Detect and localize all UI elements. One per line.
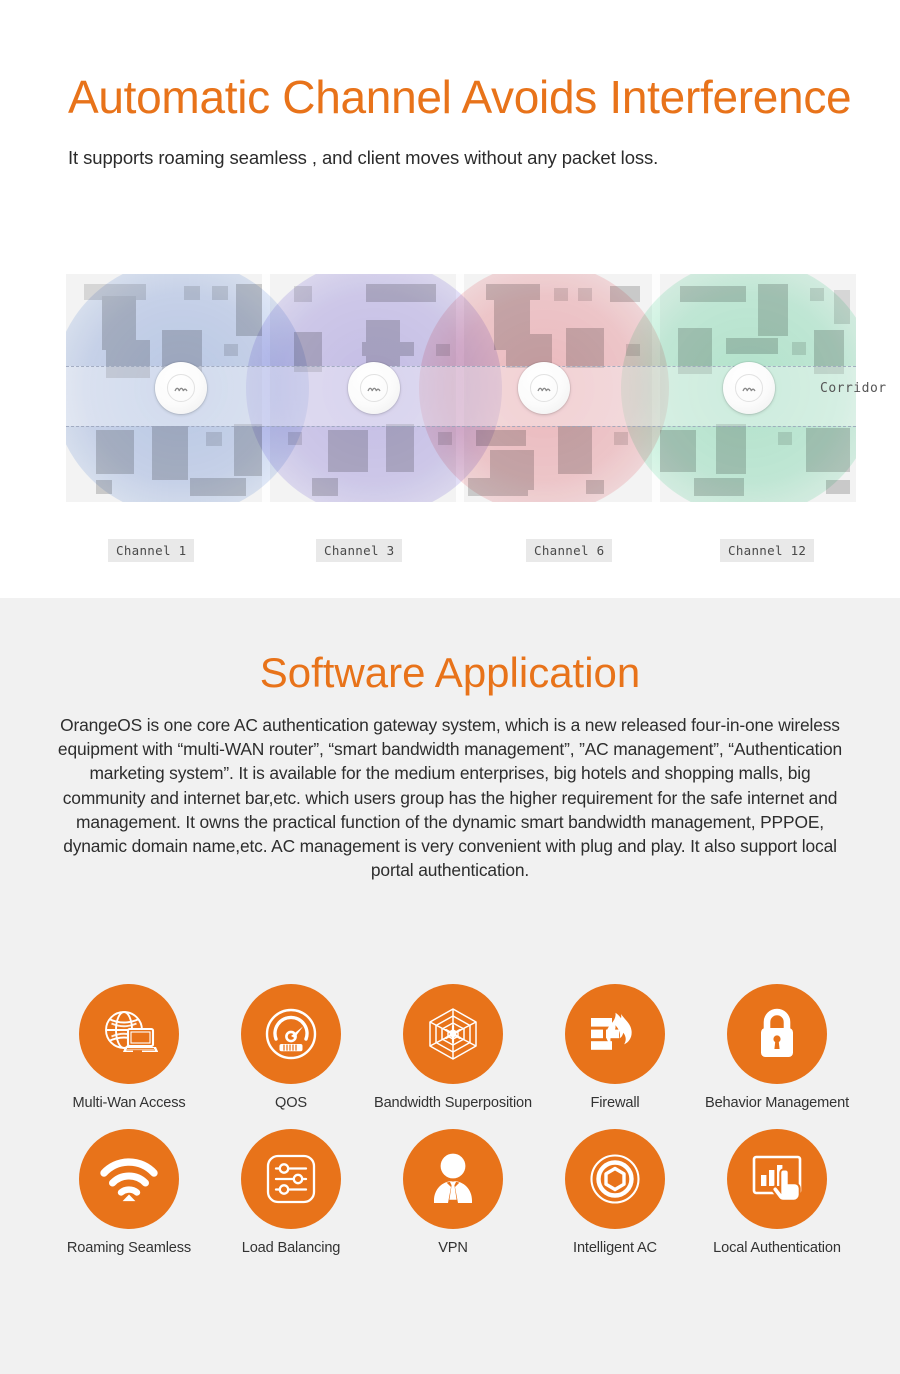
channel-chip-1: Channel 1 (108, 539, 195, 562)
feature-qos[interactable]: QOS (210, 984, 372, 1111)
software-application-section: Software Application OrangeOS is one cor… (0, 598, 900, 1374)
feature-icon-circle (565, 1129, 665, 1229)
feature-load-balancing[interactable]: Load Balancing (210, 1129, 372, 1256)
software-description: OrangeOS is one core AC authentication g… (57, 715, 843, 881)
globe-laptop-icon (105, 1011, 158, 1053)
feature-icon-circle (403, 1129, 503, 1229)
page-title: Automatic Channel Avoids Interference (68, 71, 852, 123)
corridor-label: Corridor (820, 381, 887, 396)
feature-icon-circle (565, 984, 665, 1084)
ap-logo-ring (166, 374, 195, 402)
ap-brand-icon (173, 387, 188, 391)
ap-logo-ring (360, 374, 389, 402)
feature-behavior-management[interactable]: Behavior Management (696, 984, 858, 1111)
ap-brand-icon (742, 387, 756, 391)
feature-label: Roaming Seamless (66, 1240, 192, 1256)
feature-label: Load Balancing (241, 1240, 341, 1256)
feature-label: VPN (438, 1240, 468, 1256)
feature-icon-circle (727, 1129, 827, 1229)
channel-chip-12: Channel 12 (720, 539, 815, 562)
feature-multi-wan-access[interactable]: Multi-Wan Access (48, 984, 210, 1111)
user-tie-icon (434, 1153, 472, 1203)
feature-grid: Multi-Wan Access QOS Bandwidth Superposi… (48, 984, 858, 1256)
access-point-channel-3[interactable] (348, 362, 401, 414)
ap-brand-icon (537, 387, 551, 391)
channel-chip-6: Channel 6 (526, 539, 613, 562)
ap-brand-icon (367, 387, 381, 391)
feature-label: QOS (275, 1095, 307, 1111)
feature-label: Local Authentication (713, 1240, 841, 1256)
wifi-icon (100, 1158, 158, 1202)
padlock-icon (761, 1008, 793, 1057)
page-subtitle: It supports roaming seamless , and clien… (68, 147, 659, 168)
software-title: Software Application (259, 649, 641, 696)
feature-row-2: Roaming Seamless Load Balancing VPN Inte… (48, 1129, 858, 1256)
feature-label: Firewall (590, 1095, 640, 1111)
feature-firewall[interactable]: Firewall (534, 984, 696, 1111)
laptop-shape (123, 1027, 158, 1053)
access-point-channel-6[interactable] (517, 362, 570, 414)
feature-icon-circle (79, 1129, 179, 1229)
chart-touch-icon (752, 1155, 802, 1202)
feature-label: Bandwidth Superposition (373, 1095, 532, 1111)
feature-icon-circle (241, 1129, 341, 1229)
feature-vpn[interactable]: VPN (372, 1129, 534, 1256)
sliders-icon (266, 1154, 316, 1204)
feature-roaming-seamless[interactable]: Roaming Seamless (48, 1129, 210, 1256)
speedometer-icon (265, 1008, 317, 1060)
feature-intelligent-ac[interactable]: Intelligent AC (534, 1129, 696, 1256)
channel-chip-3: Channel 3 (316, 539, 403, 562)
corridor-bottom-edge (66, 426, 856, 427)
feature-label: Multi-Wan Access (72, 1095, 186, 1111)
feature-icon-circle (403, 984, 503, 1084)
feature-icon-circle (727, 984, 827, 1084)
spider-web-icon (429, 1008, 477, 1060)
channel-chip-row: Channel 1 Channel 3 Channel 6 Channel 12 (66, 539, 856, 563)
feature-icon-circle (79, 984, 179, 1084)
ap-logo-ring (735, 374, 764, 402)
feature-local-authentication[interactable]: Local Authentication (696, 1129, 858, 1256)
feature-row-1: Multi-Wan Access QOS Bandwidth Superposi… (48, 984, 858, 1111)
access-point-channel-1[interactable] (154, 362, 207, 414)
feature-label: Behavior Management (705, 1095, 849, 1111)
circle-hexagon-icon (590, 1154, 640, 1204)
ap-logo-ring (529, 374, 558, 402)
bar-chart (761, 1165, 783, 1186)
hero-section: Automatic Channel Avoids Interference It… (0, 0, 900, 598)
feature-icon-circle (241, 984, 341, 1084)
firewall-flame-icon (591, 1012, 632, 1050)
feature-bandwidth-superposition[interactable]: Bandwidth Superposition (372, 984, 534, 1111)
access-point-channel-12[interactable] (723, 362, 776, 414)
coverage-diagram (66, 274, 856, 502)
feature-label: Intelligent AC (573, 1240, 657, 1256)
